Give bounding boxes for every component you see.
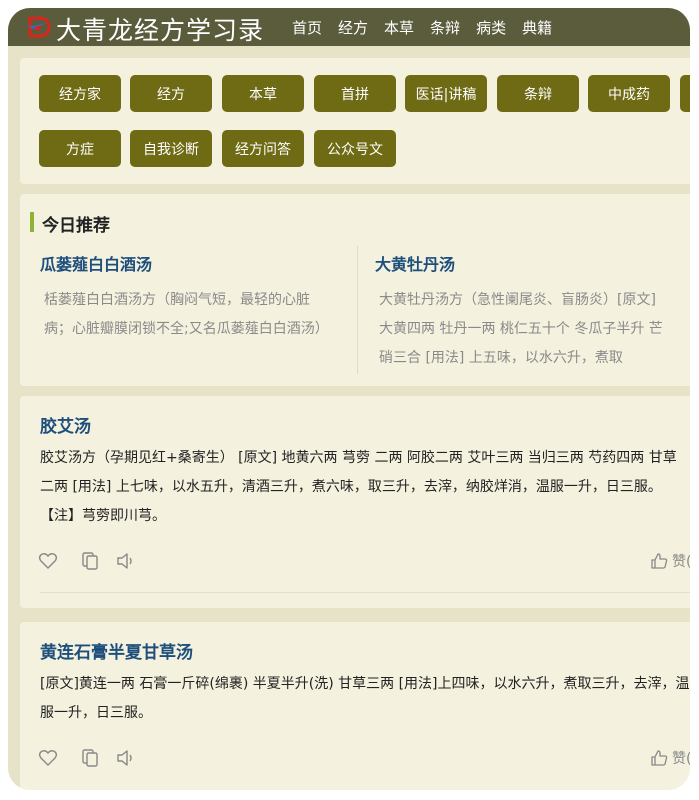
category-button[interactable]: 条辩 [497,75,579,112]
like-button[interactable]: 赞() [650,551,690,571]
copy-icon[interactable] [80,748,100,768]
like-label: 赞() [672,554,690,570]
category-button[interactable]: 经方家 [39,75,121,112]
app-frame: 大青龙经方学习录 首页 经方 本草 条辩 病类 典籍 经方家 经方 本草 首拼 … [8,8,690,790]
category-panel: 经方家 经方 本草 首拼 医话|讲稿 条辩 中成药 方症 自我诊断 经方问答 公… [20,58,690,184]
category-button[interactable]: 方症 [39,130,121,167]
article-card: 胶艾汤 胶艾汤方（孕期见红+桑寄生） [原文] 地黄六两 芎䓖 二两 阿胶二两 … [20,396,690,608]
heart-icon[interactable] [38,748,58,768]
category-button[interactable]: 中成药 [588,75,670,112]
nav-diseases[interactable]: 病类 [476,17,506,38]
section-accent-bar [30,212,34,232]
like-label: 赞() [672,751,690,767]
category-button[interactable]: 经方问答 [222,130,304,167]
category-button[interactable]: 公众号文 [314,130,396,167]
article-text: [原文]黄连一两 石膏一斤碎(绵裹) 半夏半升(洗) 甘草三两 [用法]上四味，… [40,676,690,721]
main-nav: 首页 经方 本草 条辩 病类 典籍 [292,17,568,38]
speaker-icon[interactable] [116,748,136,768]
recommend-title[interactable]: 瓜蒌薤白白酒汤 [40,251,152,275]
today-recommend-panel: 今日推荐 瓜蒌薤白白酒汤 栝蒌薤白白酒汤方（胸闷气短，最轻的心脏病；心脏瓣膜闭锁… [20,194,690,386]
category-button[interactable]: 首拼 [314,75,396,112]
logo-icon[interactable] [26,14,52,40]
like-button[interactable]: 赞() [650,748,690,768]
category-button[interactable]: 医话|讲稿 [405,75,487,112]
recommend-excerpt: 栝蒌薤白白酒汤方（胸闷气短，最轻的心脏病；心脏瓣膜闭锁不全;又名瓜蒌薤白白酒汤） [44,292,329,337]
heart-icon[interactable] [38,551,58,571]
divider [357,246,358,374]
divider [40,592,690,593]
article-title[interactable]: 胶艾汤 [40,412,91,437]
nav-herbs[interactable]: 本草 [384,17,414,38]
nav-formulas[interactable]: 经方 [338,17,368,38]
category-button[interactable]: 本草 [222,75,304,112]
site-header: 大青龙经方学习录 首页 经方 本草 条辩 病类 典籍 [8,8,690,46]
recommend-excerpt: 大黄牡丹汤方（急性阑尾炎、盲肠炎）[原文] 大黄四两 牡丹一两 桃仁五十个 冬瓜… [379,292,663,366]
thumb-up-icon [651,750,668,766]
category-button[interactable]: 自我诊断 [130,130,212,167]
section-title: 今日推荐 [42,216,110,236]
site-title[interactable]: 大青龙经方学习录 [56,11,264,47]
speaker-icon[interactable] [116,551,136,571]
article-card: 黄连石膏半夏甘草汤 [原文]黄连一两 石膏一斤碎(绵裹) 半夏半升(洗) 甘草三… [20,622,690,790]
thumb-up-icon [651,553,668,569]
nav-classics[interactable]: 典籍 [522,17,552,38]
category-button-overflow[interactable] [680,75,690,112]
category-button[interactable]: 经方 [130,75,212,112]
article-text: 胶艾汤方（孕期见红+桑寄生） [原文] 地黄六两 芎䓖 二两 阿胶二两 艾叶三两… [40,450,677,524]
copy-icon[interactable] [80,551,100,571]
article-title[interactable]: 黄连石膏半夏甘草汤 [40,638,193,663]
nav-articles[interactable]: 条辩 [430,17,460,38]
recommend-title[interactable]: 大黄牡丹汤 [375,251,455,275]
nav-home[interactable]: 首页 [292,17,322,38]
